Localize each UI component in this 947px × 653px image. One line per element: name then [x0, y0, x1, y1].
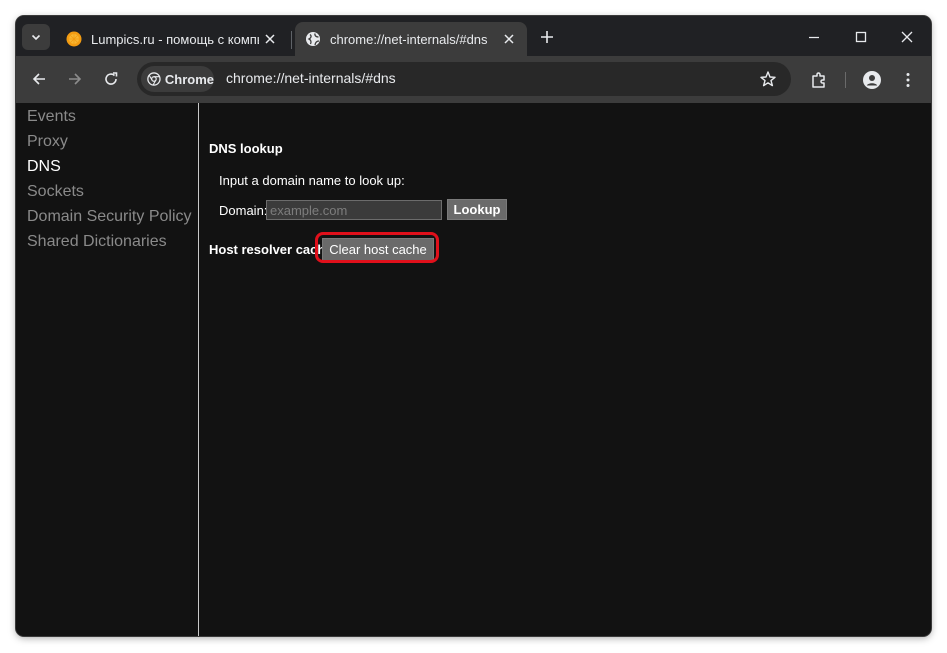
lookup-button[interactable]: Lookup	[447, 199, 507, 220]
sidebar-item-dns[interactable]: DNS	[27, 158, 61, 176]
back-arrow-icon[interactable]	[29, 69, 49, 89]
tab-search-button[interactable]	[22, 24, 50, 50]
profile-avatar-icon[interactable]	[862, 70, 882, 90]
minimize-icon[interactable]	[804, 27, 824, 47]
chevron-down-icon	[31, 34, 41, 41]
close-window-icon[interactable]	[897, 27, 917, 47]
tab-divider	[291, 31, 292, 49]
sidebar-item-events[interactable]: Events	[27, 108, 76, 126]
close-icon[interactable]	[501, 31, 517, 47]
page-content: Events Proxy DNS Sockets Domain Security…	[16, 103, 931, 636]
maximize-icon[interactable]	[851, 27, 871, 47]
extensions-icon[interactable]	[809, 70, 829, 90]
orange-icon	[66, 31, 82, 47]
domain-input[interactable]	[266, 200, 442, 220]
clear-host-cache-button[interactable]: Clear host cache	[322, 238, 434, 261]
new-tab-icon[interactable]	[537, 27, 557, 47]
chrome-icon	[147, 72, 161, 86]
close-icon[interactable]	[262, 31, 278, 47]
dns-lookup-heading: DNS lookup	[209, 141, 283, 156]
sidebar-item-sockets[interactable]: Sockets	[27, 183, 84, 201]
site-info-chip[interactable]: Chrome	[141, 66, 214, 92]
toolbar: Chrome chrome://net-internals/#dns	[16, 56, 931, 103]
tab-strip: Lumpics.ru - помощь с компьютером chrome…	[16, 16, 931, 56]
tab-title: Lumpics.ru - помощь с компьютером	[91, 31, 259, 47]
url-text[interactable]: chrome://net-internals/#dns	[226, 70, 396, 86]
dns-panel: DNS lookup Input a domain name to look u…	[199, 103, 931, 636]
domain-label: Domain:	[219, 203, 268, 218]
globe-icon	[306, 32, 320, 46]
sidebar-item-domain-security-policy[interactable]: Domain Security Policy	[27, 208, 192, 226]
tab-lumpics[interactable]: Lumpics.ru - помощь с компьютером	[56, 22, 288, 56]
sidebar-item-shared-dictionaries[interactable]: Shared Dictionaries	[27, 233, 167, 251]
lookup-prompt: Input a domain name to look up:	[219, 173, 405, 188]
address-bar[interactable]: Chrome chrome://net-internals/#dns	[137, 62, 791, 96]
chip-label: Chrome	[164, 71, 214, 87]
browser-window: Lumpics.ru - помощь с компьютером chrome…	[16, 16, 931, 636]
tab-net-internals[interactable]: chrome://net-internals/#dns	[295, 22, 527, 56]
sidebar-item-proxy[interactable]: Proxy	[27, 133, 68, 151]
sidebar: Events Proxy DNS Sockets Domain Security…	[16, 103, 199, 636]
bookmark-star-icon[interactable]	[759, 70, 777, 88]
toolbar-separator	[845, 72, 846, 88]
tab-title: chrome://net-internals/#dns	[330, 31, 488, 47]
more-menu-icon[interactable]	[898, 70, 918, 90]
reload-icon[interactable]	[101, 69, 121, 89]
host-resolver-cache-heading: Host resolver cache	[209, 242, 333, 257]
forward-arrow-icon[interactable]	[65, 69, 85, 89]
